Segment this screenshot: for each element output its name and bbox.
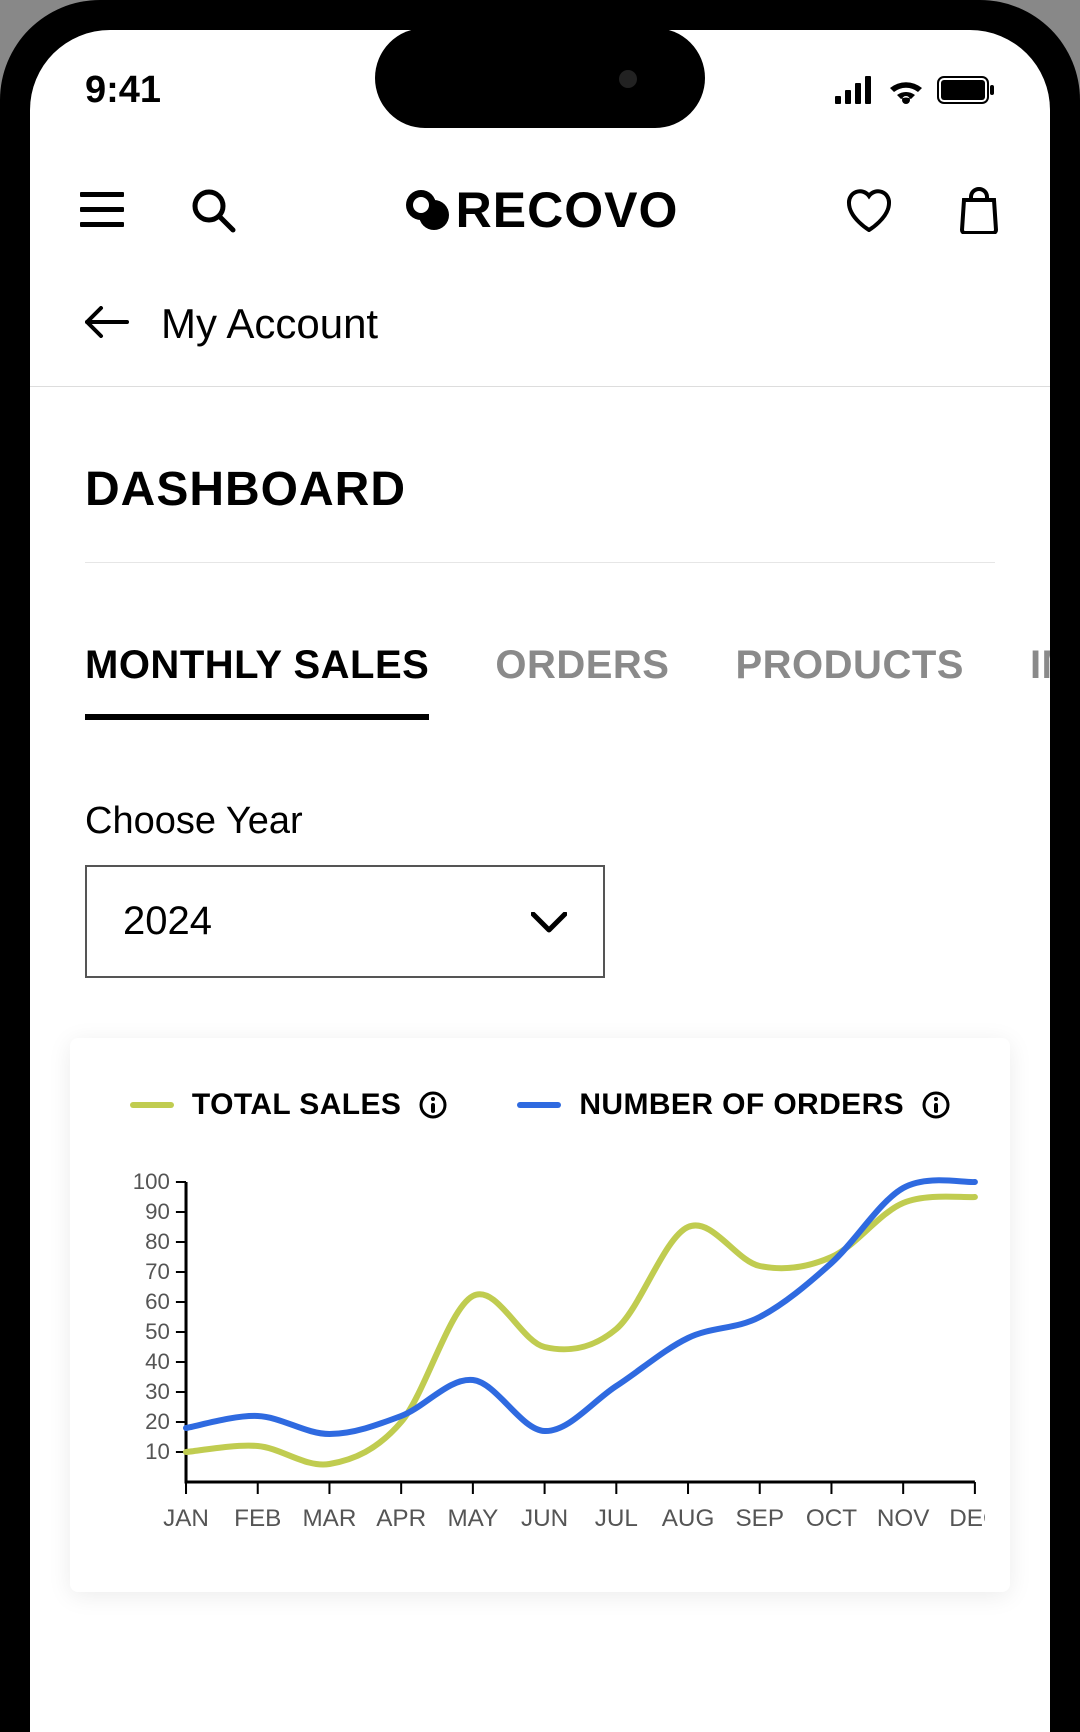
heart-icon[interactable] (845, 188, 893, 232)
shopping-bag-icon[interactable] (958, 186, 1000, 234)
breadcrumb[interactable]: My Account (30, 270, 1050, 387)
tab-monthly-sales[interactable]: MONTHLY SALES (85, 643, 429, 720)
device-notch (375, 28, 705, 128)
legend-label-number-of-orders: NUMBER OF ORDERS (579, 1088, 904, 1122)
svg-text:100: 100 (133, 1172, 170, 1194)
app-header: RECOVO (30, 150, 1050, 270)
chevron-down-icon (531, 899, 567, 944)
legend-swatch-total-sales (130, 1102, 174, 1108)
legend-number-of-orders: NUMBER OF ORDERS (517, 1088, 950, 1122)
menu-icon[interactable] (80, 192, 124, 228)
svg-text:OCT: OCT (806, 1505, 857, 1532)
svg-text:MAY: MAY (447, 1505, 498, 1532)
chart-series-number-of-orders (186, 1180, 975, 1434)
status-time: 9:41 (85, 69, 161, 112)
svg-text:DEC: DEC (949, 1505, 985, 1532)
info-icon[interactable] (922, 1091, 950, 1119)
svg-text:70: 70 (145, 1259, 170, 1284)
svg-text:50: 50 (145, 1319, 170, 1344)
chart-area: 10 20 30 40 50 60 70 80 90 100 JAN FEB MAR APR MAY JUN… (95, 1172, 985, 1552)
svg-text:AUG: AUG (662, 1505, 715, 1532)
chart-legend: TOTAL SALES NUMBER OF ORDERS (95, 1088, 985, 1122)
tab-products[interactable]: PRODUCTS (735, 643, 963, 720)
svg-text:30: 30 (145, 1379, 170, 1404)
svg-text:60: 60 (145, 1289, 170, 1314)
legend-total-sales: TOTAL SALES (130, 1088, 447, 1122)
svg-text:NOV: NOV (877, 1505, 930, 1532)
svg-text:MAR: MAR (302, 1505, 356, 1532)
svg-text:SEP: SEP (735, 1505, 784, 1532)
svg-text:FEB: FEB (234, 1505, 281, 1532)
svg-text:APR: APR (376, 1505, 426, 1532)
choose-year-label: Choose Year (30, 720, 1050, 865)
svg-text:10: 10 (145, 1439, 170, 1464)
page-title: DASHBOARD (30, 387, 1050, 562)
tab-impact[interactable]: IMPA (1030, 643, 1050, 720)
brand-logo-text: RECOVO (456, 181, 679, 239)
svg-text:80: 80 (145, 1229, 170, 1254)
year-select-value: 2024 (123, 899, 212, 944)
brand-logo-mark-icon (404, 188, 452, 232)
svg-text:90: 90 (145, 1199, 170, 1224)
svg-text:JUL: JUL (595, 1505, 638, 1532)
svg-text:20: 20 (145, 1409, 170, 1434)
svg-text:40: 40 (145, 1349, 170, 1374)
chart-card: TOTAL SALES NUMBER OF ORDERS 10 20 30 40 50 6… (70, 1038, 1010, 1592)
svg-text:JUN: JUN (521, 1505, 568, 1532)
brand-logo[interactable]: RECOVO (404, 181, 679, 239)
wifi-icon (887, 76, 925, 104)
legend-label-total-sales: TOTAL SALES (192, 1088, 401, 1122)
tabs: MONTHLY SALES ORDERS PRODUCTS IMPA (30, 563, 1050, 720)
cellular-signal-icon (835, 76, 875, 104)
year-select[interactable]: 2024 (85, 865, 605, 978)
back-arrow-icon[interactable] (85, 300, 129, 348)
svg-text:JAN: JAN (163, 1505, 209, 1532)
battery-icon (937, 76, 995, 104)
search-icon[interactable] (189, 186, 237, 234)
tab-orders[interactable]: ORDERS (495, 643, 669, 720)
info-icon[interactable] (419, 1091, 447, 1119)
breadcrumb-label: My Account (161, 300, 378, 348)
legend-swatch-number-of-orders (517, 1102, 561, 1108)
